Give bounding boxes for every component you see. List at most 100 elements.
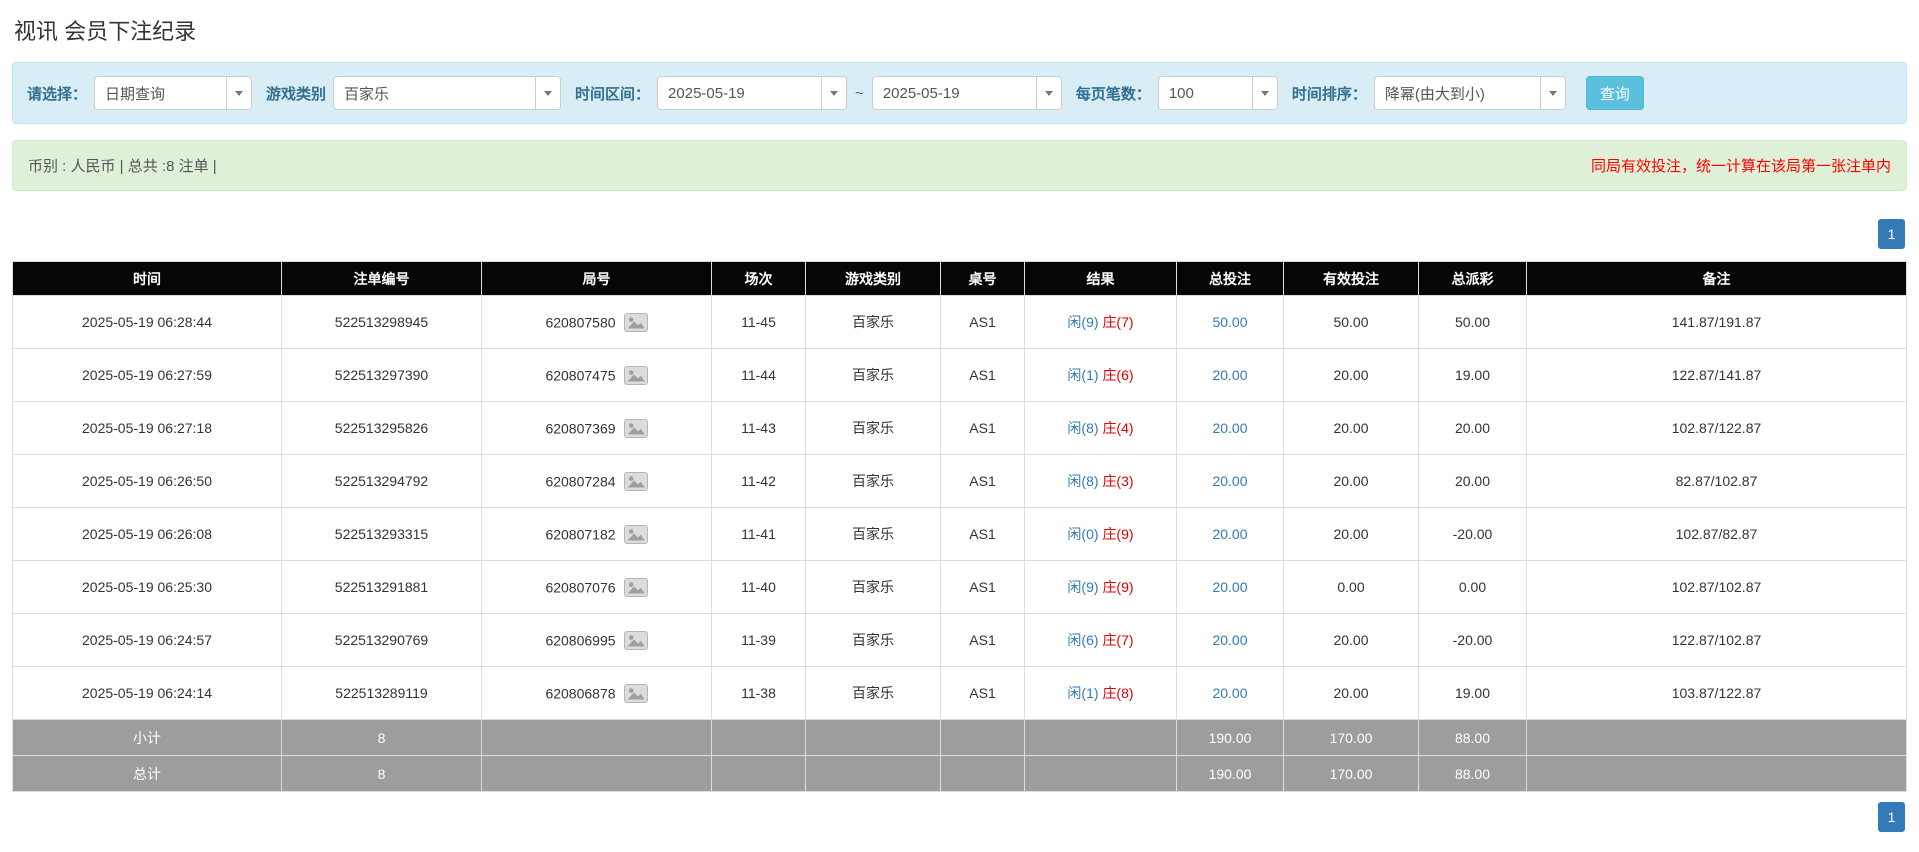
chevron-down-icon[interactable]: [1539, 77, 1565, 109]
cell-valid-bet: 20.00: [1283, 401, 1419, 455]
query-type-value: 日期查询: [105, 85, 166, 103]
game-type-dropdown[interactable]: 百家乐: [333, 76, 562, 110]
chevron-down-icon[interactable]: [821, 77, 847, 109]
total-bet-link[interactable]: 50.00: [1212, 314, 1247, 330]
header-remark: 备注: [1526, 261, 1907, 296]
sort-dropdown[interactable]: 降幂(由大到小): [1373, 76, 1566, 110]
cell-time: 2025-05-19 06:26:08: [12, 507, 282, 561]
summary-total-bet: 190.00: [1176, 755, 1284, 792]
date-to-input[interactable]: [872, 77, 1036, 109]
per-page-input[interactable]: [1158, 77, 1252, 109]
total-bet-link[interactable]: 20.00: [1212, 526, 1247, 542]
summary-empty-cell: [711, 719, 806, 756]
roadmap-button[interactable]: [623, 683, 648, 703]
game-type-group: 游戏类别 百家乐: [266, 76, 562, 110]
roadmap-button[interactable]: [623, 577, 648, 597]
cell-result: 闲(1) 庄(6): [1024, 348, 1177, 402]
chevron-down-icon[interactable]: [1035, 77, 1061, 109]
time-range-group: 时间区间： ~: [575, 76, 1062, 110]
header-total-bet: 总投注: [1176, 261, 1284, 296]
cell-game-type: 百家乐: [805, 454, 941, 508]
date-to-picker[interactable]: [871, 76, 1062, 110]
roadmap-button[interactable]: [623, 312, 648, 332]
summary-empty-cell: [481, 755, 712, 792]
cell-result: 闲(1) 庄(8): [1024, 666, 1177, 720]
page-1-button[interactable]: 1: [1878, 219, 1905, 249]
cell-total-bet: 20.00: [1176, 613, 1284, 667]
cell-round: 620807182: [481, 507, 712, 561]
cell-time: 2025-05-19 06:27:18: [12, 401, 282, 455]
query-button[interactable]: 查询: [1585, 76, 1644, 110]
cell-result: 闲(0) 庄(9): [1024, 507, 1177, 561]
cell-game-type: 百家乐: [805, 560, 941, 614]
query-type-dropdown[interactable]: 日期查询: [94, 76, 253, 110]
table-row: 2025-05-19 06:26:08 522513293315 6208071…: [12, 507, 1907, 561]
cell-payout: 50.00: [1418, 295, 1527, 349]
table-row: 2025-05-19 06:24:57 522513290769 6208069…: [12, 613, 1907, 667]
roadmap-button[interactable]: [623, 471, 648, 491]
date-from-input[interactable]: [658, 77, 822, 109]
total-bet-link[interactable]: 20.00: [1212, 420, 1247, 436]
date-from-picker[interactable]: [657, 76, 848, 110]
chevron-down-icon[interactable]: [535, 77, 561, 109]
roadmap-button[interactable]: [623, 365, 648, 385]
header-valid-bet: 有效投注: [1283, 261, 1419, 296]
sort-label: 时间排序：: [1291, 85, 1367, 103]
chevron-down-icon[interactable]: [1251, 77, 1277, 109]
cell-round: 620807580: [481, 295, 712, 349]
cell-table-no: AS1: [940, 666, 1025, 720]
roadmap-button[interactable]: [623, 418, 648, 438]
cell-remark: 102.87/82.87: [1526, 507, 1907, 561]
roadmap-button[interactable]: [623, 630, 648, 650]
cell-result: 闲(9) 庄(7): [1024, 295, 1177, 349]
header-round: 局号: [481, 261, 712, 296]
cell-round: 620807076: [481, 560, 712, 614]
result-player: 闲(0): [1067, 526, 1099, 542]
round-number: 620807475: [545, 367, 616, 383]
cell-payout: 20.00: [1418, 401, 1527, 455]
cell-remark: 102.87/122.87: [1526, 401, 1907, 455]
cell-total-bet: 20.00: [1176, 401, 1284, 455]
per-page-dropdown[interactable]: [1157, 76, 1278, 110]
cell-game-type: 百家乐: [805, 348, 941, 402]
cell-valid-bet: 20.00: [1283, 613, 1419, 667]
total-bet-link[interactable]: 20.00: [1212, 685, 1247, 701]
cell-table-no: AS1: [940, 295, 1025, 349]
cell-time: 2025-05-19 06:27:59: [12, 348, 282, 402]
result-banker: 庄(9): [1102, 579, 1134, 595]
page-1-button[interactable]: 1: [1878, 802, 1905, 832]
header-result: 结果: [1024, 261, 1177, 296]
query-type-label: 请选择：: [27, 85, 88, 103]
result-player: 闲(9): [1067, 579, 1099, 595]
pagination-top: 1: [12, 219, 1905, 249]
result-player: 闲(6): [1067, 632, 1099, 648]
cell-session: 11-41: [711, 507, 806, 561]
result-banker: 庄(7): [1102, 632, 1134, 648]
roadmap-icon: [623, 683, 648, 703]
per-page-label: 每页笔数：: [1075, 85, 1151, 103]
cell-payout: 19.00: [1418, 666, 1527, 720]
total-bet-link[interactable]: 20.00: [1212, 473, 1247, 489]
range-separator: ~: [855, 84, 864, 102]
chevron-down-icon[interactable]: [226, 77, 252, 109]
header-game-type: 游戏类别: [805, 261, 941, 296]
game-type-label: 游戏类别: [266, 85, 327, 103]
total-bet-link[interactable]: 20.00: [1212, 632, 1247, 648]
cell-round: 620807475: [481, 348, 712, 402]
total-bet-link[interactable]: 20.00: [1212, 579, 1247, 595]
summary-empty-cell: [805, 755, 941, 792]
roadmap-button[interactable]: [623, 524, 648, 544]
cell-remark: 141.87/191.87: [1526, 295, 1907, 349]
roadmap-icon: [623, 312, 648, 332]
table-row: 2025-05-19 06:26:50 522513294792 6208072…: [12, 454, 1907, 508]
result-player: 闲(8): [1067, 420, 1099, 436]
result-player: 闲(9): [1067, 314, 1099, 330]
cell-table-no: AS1: [940, 507, 1025, 561]
total-bet-link[interactable]: 20.00: [1212, 367, 1247, 383]
summary-count: 8: [281, 755, 482, 792]
cell-remark: 102.87/102.87: [1526, 560, 1907, 614]
cell-time: 2025-05-19 06:26:50: [12, 454, 282, 508]
sort-value: 降幂(由大到小): [1384, 85, 1485, 103]
summary-valid-bet: 170.00: [1283, 755, 1419, 792]
round-number: 620807182: [545, 526, 616, 542]
